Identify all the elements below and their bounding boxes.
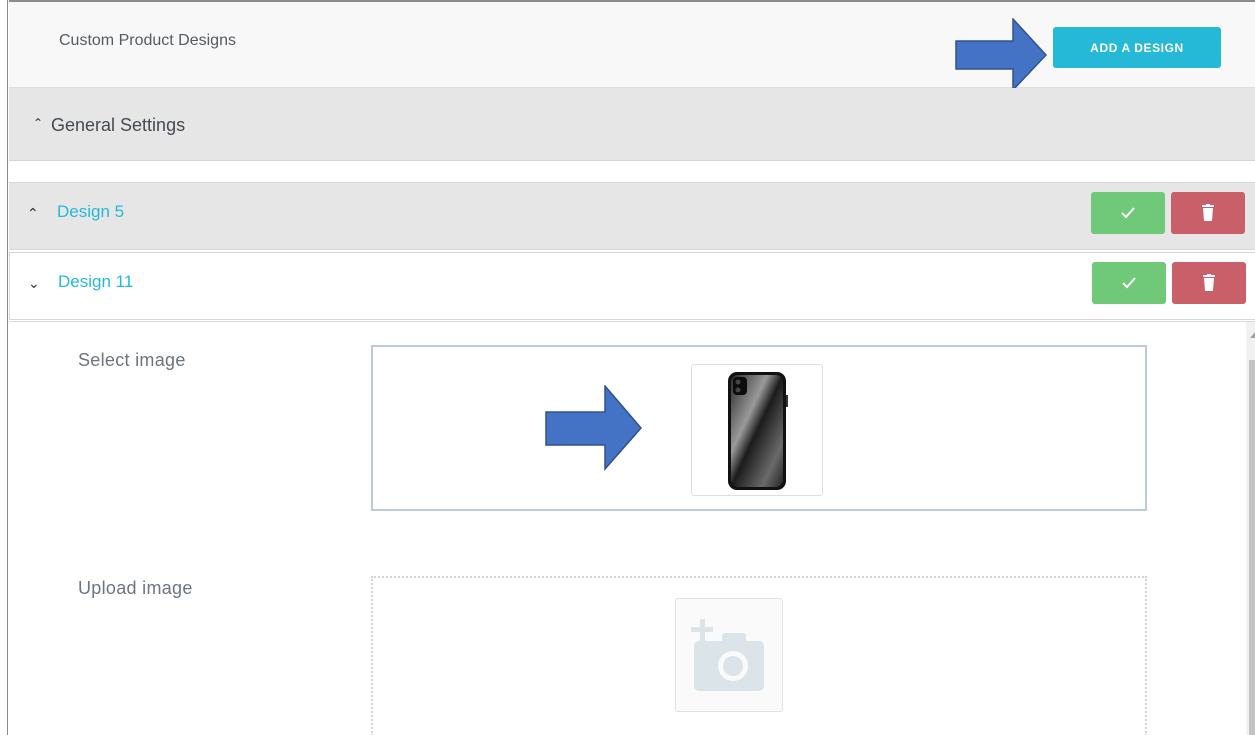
image-picker	[371, 345, 1147, 511]
check-icon	[1121, 207, 1135, 219]
delete-design-button[interactable]	[1171, 192, 1245, 234]
add-design-button[interactable]: ADD A DESIGN	[1053, 27, 1221, 68]
delete-design-button[interactable]	[1172, 262, 1246, 304]
confirm-design-button[interactable]	[1092, 262, 1166, 304]
panel-header: Custom Product Designs ADD A DESIGN	[9, 0, 1255, 92]
scroll-up-arrow-icon[interactable]	[1250, 332, 1255, 338]
select-image-label: Select image	[78, 350, 186, 370]
upload-image-label: Upload image	[78, 578, 193, 598]
annotation-arrow-icon	[545, 385, 642, 471]
design-detail-panel: Select image Upload image	[9, 321, 1255, 735]
page: Custom Product Designs ADD A DESIGN ⌃ Ge…	[0, 0, 1255, 735]
general-settings-label: General Settings	[51, 115, 186, 135]
general-settings-section[interactable]: ⌃ General Settings	[9, 88, 1255, 161]
camera-add-icon	[691, 619, 764, 691]
upload-image-button[interactable]	[675, 598, 783, 712]
page-title: Custom Product Designs	[59, 32, 236, 49]
chevron-up-icon: ⌃	[33, 116, 44, 130]
confirm-design-button[interactable]	[1091, 192, 1165, 234]
phone-image-option[interactable]	[691, 364, 823, 496]
upload-dropzone[interactable]	[371, 576, 1147, 735]
scroll-thumb[interactable]	[1249, 360, 1255, 735]
phone-icon	[728, 372, 788, 490]
chevron-up-icon: ⌃	[27, 205, 39, 221]
design-item[interactable]: ⌃ Design 5	[9, 182, 1255, 250]
trash-icon	[1202, 204, 1214, 221]
trash-icon	[1203, 274, 1215, 291]
design-item-expanded[interactable]: ⌄ Design 11	[9, 252, 1255, 320]
annotation-arrow-icon	[955, 18, 1047, 92]
window-edge	[0, 0, 8, 735]
design-title[interactable]: Design 5	[57, 202, 124, 222]
design-title[interactable]: Design 11	[58, 272, 133, 292]
chevron-down-icon: ⌄	[28, 275, 40, 291]
check-icon	[1122, 277, 1136, 289]
vertical-scrollbar[interactable]	[1246, 322, 1255, 735]
